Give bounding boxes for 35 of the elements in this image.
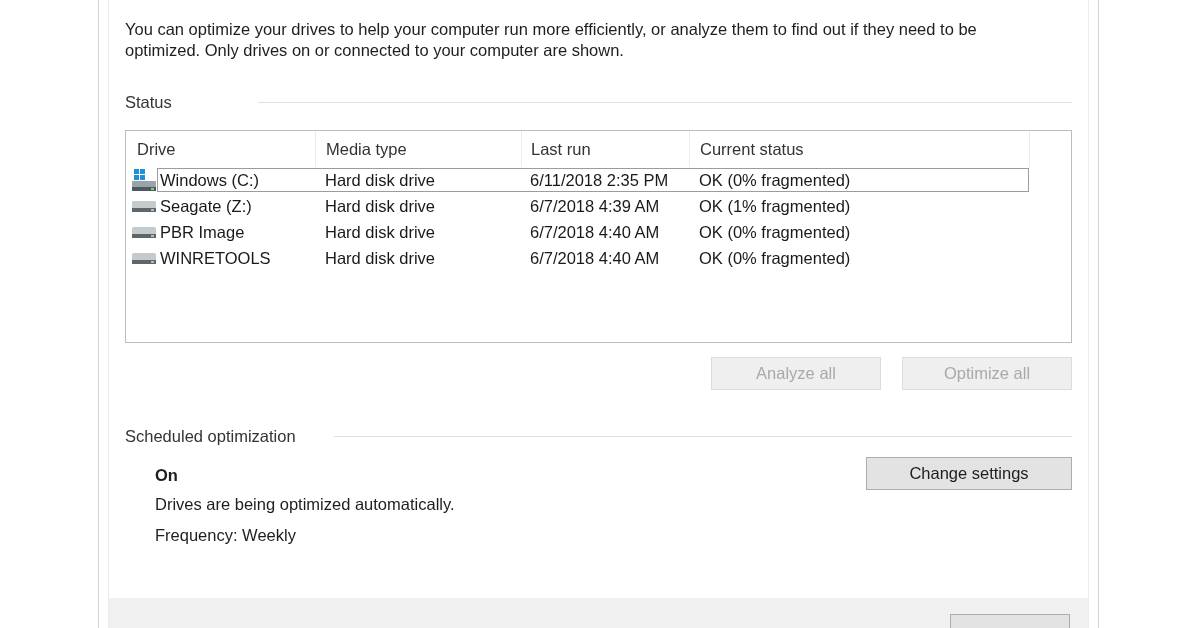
table-cell-text: Windows (C:) [159,170,260,190]
change-settings-button[interactable]: Change settings [866,457,1072,490]
schedule-status-text: On [155,465,179,485]
table-cell-text: Hard disk drive [324,248,437,268]
column-header[interactable]: Last run [522,131,690,167]
column-header[interactable]: Current status [690,131,1030,167]
hard-drive-icon [132,226,156,238]
table-cell-text: 6/7/2018 4:39 AM [529,196,661,216]
table-row[interactable]: WINRETOOLS Hard disk drive 6/7/2018 4:40 AM OK (0% fragmented) [157,246,1029,270]
schedule-description-text: Drives are being optimized automatically. [155,494,455,514]
hard-drive-icon [132,200,156,212]
table-row[interactable]: PBR Image Hard disk drive 6/7/2018 4:40 AM OK (0% fragmented) [157,220,1029,244]
hard-drive-icon [132,252,156,264]
section-heading: Scheduled optimization [125,426,296,446]
table-cell-text: Hard disk drive [324,170,437,190]
table-cell-text: OK (1% fragmented) [698,196,852,216]
table-cell-text: PBR Image [159,222,246,242]
table-cell-text: Hard disk drive [324,222,437,242]
table-cell-text: OK (0% fragmented) [698,248,852,268]
table-cell-text: OK (0% fragmented) [698,170,852,190]
table-cell-text: Hard disk drive [324,196,437,216]
column-header[interactable]: Media type [316,131,522,167]
table-cell-text: WINRETOOLS [159,248,272,268]
drive-with-windows-logo-icon [132,169,156,191]
description-text: You can optimize your drives to help your computer run more efficiently, or analyze them to find out if they need to be optimized. Only drives on or connected to your computer are shown. [125,19,978,61]
table-cell-text: 6/11/2018 2:35 PM [529,170,670,190]
frequency-text: Frequency: Weekly [155,525,297,545]
table-cell-text: OK (0% fragmented) [698,222,852,242]
table-row[interactable]: Seagate (Z:) Hard disk drive 6/7/2018 4:39 AM OK (1% fragmented) [157,194,1029,218]
table-cell-text: 6/7/2018 4:40 AM [529,248,661,268]
column-header[interactable]: Drive [126,131,316,167]
section-heading: Status [125,92,172,112]
table-row[interactable]: Windows (C:) Hard disk drive 6/11/2018 2:35 PM OK (0% fragmented) [157,168,1029,192]
table-cell-text: 6/7/2018 4:40 AM [529,222,661,242]
table-cell-text: Seagate (Z:) [159,196,253,216]
